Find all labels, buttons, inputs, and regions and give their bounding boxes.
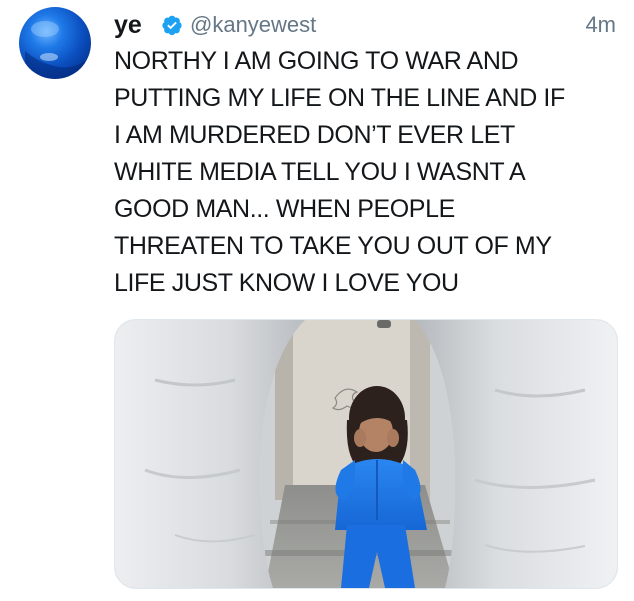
tweet-header: ye @kanyewest 4m bbox=[114, 10, 618, 42]
tweet-media-photo[interactable] bbox=[114, 319, 618, 589]
avatar[interactable] bbox=[19, 7, 91, 79]
tweet-text-line: WHITE MEDIA TELL YOU I WASNT A bbox=[114, 158, 526, 186]
tweet-text-line: I AM MURDERED DON’T EVER LET bbox=[114, 121, 515, 149]
tweet-text-line: LIFE JUST KNOW I LOVE YOU bbox=[114, 269, 459, 297]
tweet-text-line: GOOD MAN... WHEN PEOPLE bbox=[114, 195, 455, 223]
tweet-text-line: PUTTING MY LIFE ON THE LINE AND IF bbox=[114, 84, 565, 112]
blue-globe-avatar-icon bbox=[25, 21, 85, 79]
tweet-text: NORTHY I AM GOING TO WAR AND PUTTING MY … bbox=[114, 43, 614, 302]
tweet-text-line: NORTHY I AM GOING TO WAR AND bbox=[114, 47, 519, 75]
photo-tunnel-child bbox=[115, 320, 617, 588]
verified-badge-icon bbox=[162, 15, 182, 36]
tweet-timestamp[interactable]: 4m bbox=[585, 11, 616, 39]
tweet-text-line: THREATEN TO TAKE YOU OUT OF MY bbox=[114, 232, 552, 260]
tweet[interactable]: ye @kanyewest 4m NORTHY I AM GOING TO WA… bbox=[0, 0, 634, 601]
author-handle[interactable]: @kanyewest bbox=[190, 11, 316, 39]
author-name[interactable]: ye bbox=[114, 10, 142, 40]
